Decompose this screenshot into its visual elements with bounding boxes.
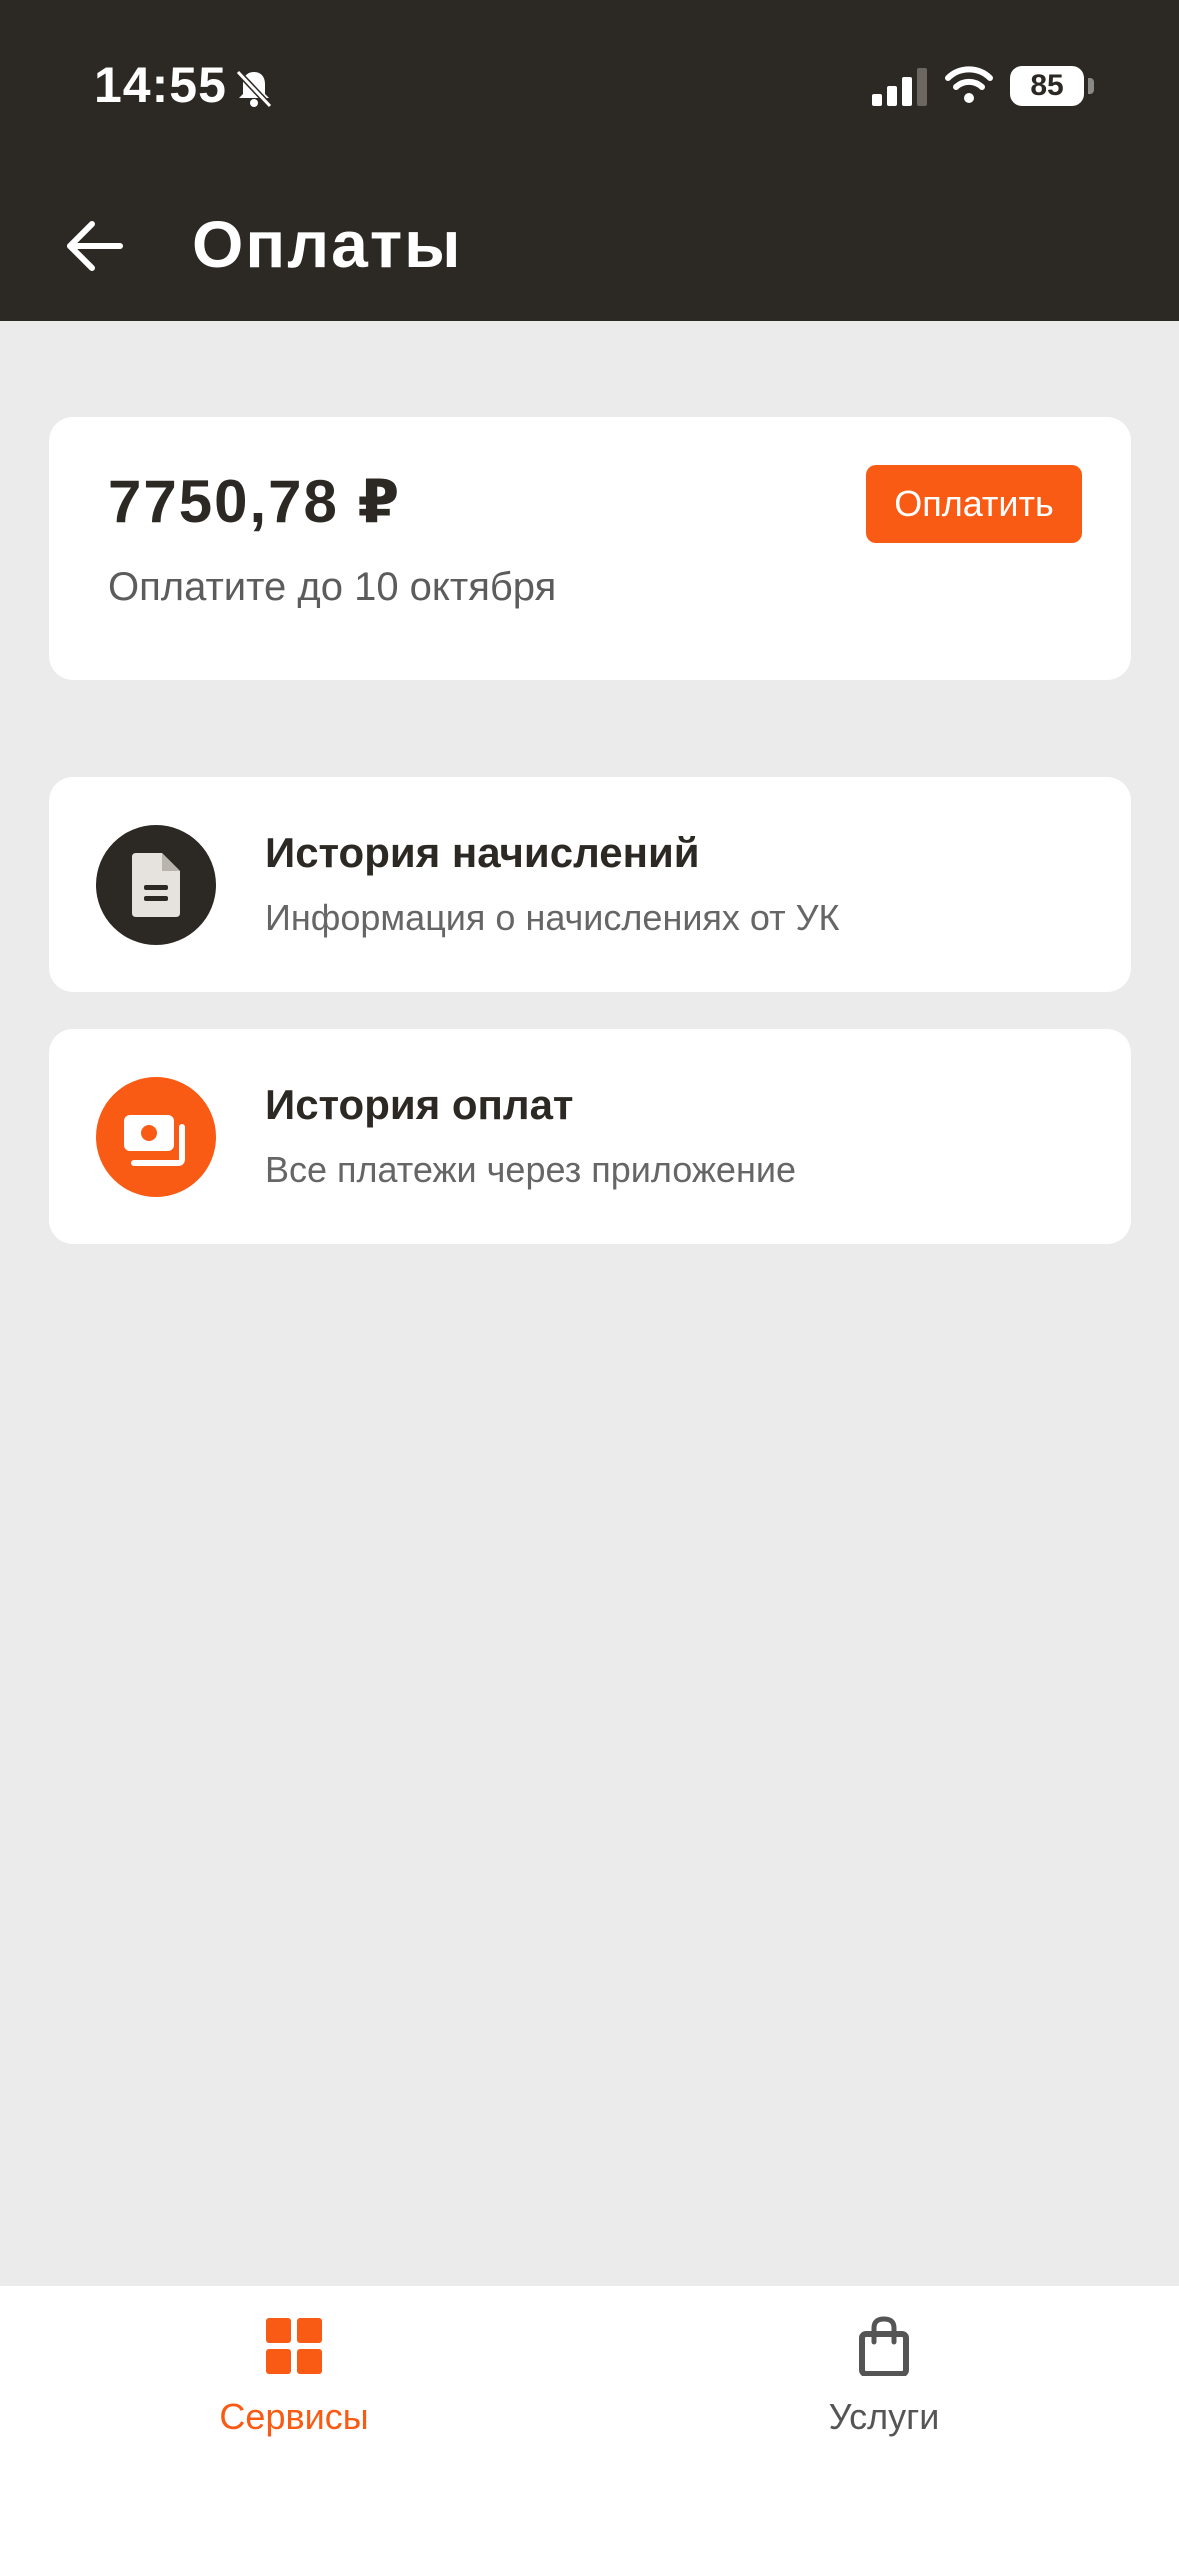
nav-tab-label: Услуги bbox=[828, 2396, 940, 2437]
cash-icon bbox=[96, 1077, 216, 1197]
nav-tab-label: Сервисы bbox=[219, 2396, 369, 2437]
payment-card: 7750,78 ₽ Оплатите до 10 октября Оплатит… bbox=[49, 417, 1131, 680]
bell-muted-icon bbox=[235, 69, 273, 109]
pay-button[interactable]: Оплатить bbox=[866, 465, 1082, 543]
screen: 14:55 85 Оплаты 7750,78 ₽ Оплатите до 10 bbox=[0, 0, 1179, 2556]
nav-tab-uslugi[interactable]: Услуги bbox=[734, 2286, 1034, 2486]
menu-item-subtitle: Информация о начислениях от УК bbox=[265, 897, 840, 938]
nav-tab-services[interactable]: Сервисы bbox=[144, 2286, 444, 2486]
menu-item-charges-history[interactable]: История начислений Информация о начислен… bbox=[49, 777, 1131, 992]
document-icon bbox=[96, 825, 216, 945]
menu-item-payments-history[interactable]: История оплат Все платежи через приложен… bbox=[49, 1029, 1131, 1244]
app-header: 14:55 85 Оплаты bbox=[0, 0, 1179, 321]
bag-icon bbox=[859, 2316, 909, 2376]
status-time: 14:55 bbox=[94, 57, 227, 113]
signal-icon bbox=[872, 68, 927, 106]
payment-amount: 7750,78 ₽ bbox=[108, 468, 402, 535]
page-title: Оплаты bbox=[192, 207, 463, 281]
grid-icon bbox=[266, 2318, 322, 2374]
menu-item-subtitle: Все платежи через приложение bbox=[265, 1149, 796, 1190]
wifi-icon bbox=[945, 66, 993, 103]
back-arrow-icon[interactable] bbox=[62, 214, 126, 278]
battery-nub bbox=[1088, 78, 1094, 94]
payment-due-text: Оплатите до 10 октября bbox=[108, 565, 557, 609]
bottom-nav: Сервисы Услуги bbox=[0, 2286, 1179, 2556]
menu-item-title: История оплат bbox=[265, 1081, 574, 1128]
battery-level: 85 bbox=[1010, 66, 1084, 106]
menu-item-title: История начислений bbox=[265, 829, 700, 876]
